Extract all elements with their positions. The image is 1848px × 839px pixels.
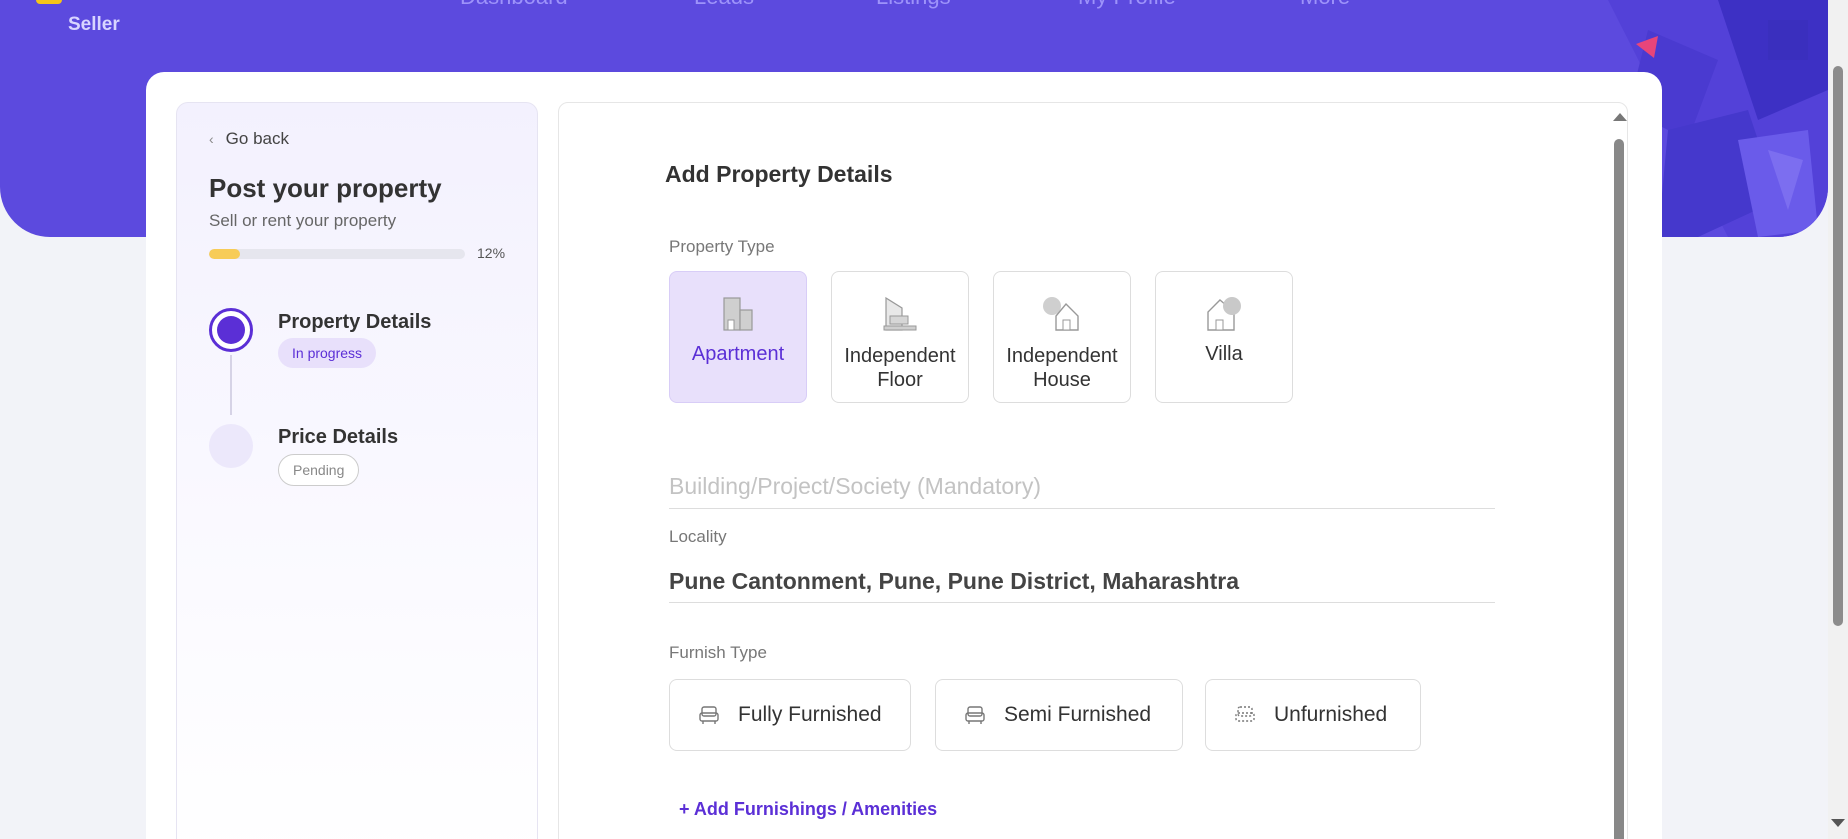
furnish-label-unfurnished: Unfurnished — [1274, 703, 1388, 726]
progress-fill — [209, 249, 240, 259]
nav-dashboard[interactable]: Dashboard — [460, 0, 568, 10]
property-type-apartment[interactable]: Apartment — [669, 271, 807, 403]
furnish-label-fully-furnished: Fully Furnished — [738, 703, 882, 726]
furnish-label-semi-furnished: Semi Furnished — [1004, 703, 1152, 726]
form-scrollbar-thumb[interactable] — [1614, 139, 1624, 839]
sidebar-title: Post your property — [209, 173, 442, 203]
add-furnishings-amenities-link[interactable]: + Add Furnishings / Amenities — [679, 799, 937, 820]
property-type-villa[interactable]: Villa — [1155, 271, 1293, 403]
page-scrollbar[interactable] — [1828, 0, 1848, 839]
step-title-property-details: Property Details — [278, 311, 432, 333]
status-badge-in-progress: In progress — [278, 338, 377, 368]
main-card: ‹ Go back Post your property Sell or ren… — [146, 72, 1662, 839]
furnish-option-unfurnished[interactable]: Unfurnished — [1205, 679, 1421, 751]
progress-sidebar: ‹ Go back Post your property Sell or ren… — [176, 102, 538, 839]
property-type-independent-floor[interactable]: Independent Floor — [831, 271, 969, 403]
sofa-icon — [965, 706, 985, 724]
property-type-label: Property Type — [669, 237, 775, 256]
furnish-option-semi-furnished[interactable]: Semi Furnished — [935, 679, 1183, 751]
locality-label: Locality — [669, 527, 727, 546]
step-indicator-active — [209, 308, 253, 352]
form-scrollbar[interactable] — [1611, 103, 1627, 839]
top-nav: Dashboard Leads Listings My Profile More — [0, 0, 1828, 14]
empty-sofa-icon — [1235, 706, 1255, 722]
property-type-label-independent-floor: Independent Floor — [844, 345, 956, 391]
status-badge-pending: Pending — [278, 454, 360, 486]
nav-more[interactable]: More — [1300, 0, 1350, 10]
scroll-up-arrow-icon[interactable] — [1613, 113, 1627, 121]
go-back-label: Go back — [225, 129, 289, 148]
page-scrollbar-thumb[interactable] — [1833, 66, 1843, 626]
property-form: Add Property Details Property Type Apart… — [558, 102, 1628, 839]
nav-leads[interactable]: Leads — [694, 0, 754, 10]
role-label: Seller — [68, 14, 120, 35]
form-title: Add Property Details — [665, 161, 893, 187]
step-title-price-details: Price Details — [278, 426, 399, 448]
apartment-icon — [723, 297, 753, 331]
go-back-link[interactable]: ‹ Go back — [209, 129, 289, 149]
independent-house-icon — [1043, 297, 1079, 331]
locality-input[interactable] — [669, 561, 1495, 603]
scroll-down-arrow-icon[interactable] — [1831, 819, 1845, 827]
nav-listings[interactable]: Listings — [876, 0, 951, 10]
progress-percent: 12% — [477, 245, 506, 261]
step-indicator-pending — [209, 424, 253, 468]
property-type-label-villa: Villa — [1205, 343, 1243, 365]
villa-icon — [1207, 297, 1241, 331]
progress-bar — [209, 249, 465, 259]
building-project-society-input[interactable] — [669, 465, 1495, 509]
step-connector — [230, 355, 232, 415]
sidebar-subtitle: Sell or rent your property — [209, 211, 397, 230]
property-type-label-apartment: Apartment — [691, 343, 785, 365]
sofa-icon — [699, 706, 719, 724]
property-type-label-independent-house: Independent House — [1006, 345, 1118, 391]
furnish-option-fully-furnished[interactable]: Fully Furnished — [669, 679, 911, 751]
property-type-independent-house[interactable]: Independent House — [993, 271, 1131, 403]
nav-my-profile[interactable]: My Profile — [1078, 0, 1176, 10]
furnish-type-label: Furnish Type — [669, 643, 767, 662]
independent-floor-icon — [883, 296, 917, 331]
chevron-left-icon: ‹ — [209, 131, 214, 147]
